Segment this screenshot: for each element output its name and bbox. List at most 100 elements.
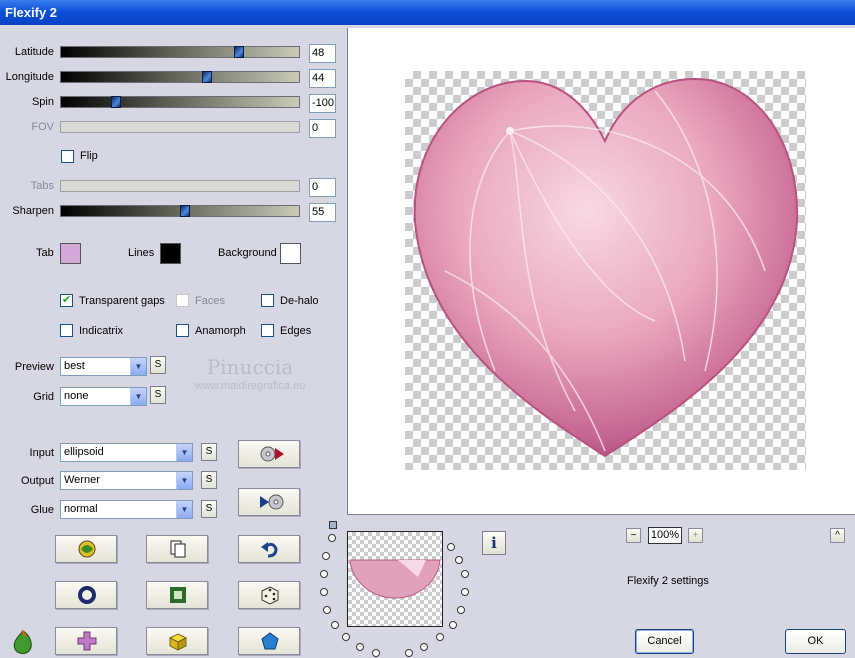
longitude-slider[interactable] <box>60 71 300 83</box>
zoom-level: 100% <box>648 527 682 544</box>
tabs-slider[interactable] <box>60 180 300 192</box>
de-halo-checkbox[interactable] <box>261 294 274 307</box>
sharpen-slider-thumb[interactable] <box>180 205 190 217</box>
background-color-swatch[interactable] <box>280 243 301 264</box>
cube-icon <box>168 633 188 651</box>
anamorph-checkbox[interactable] <box>176 324 189 337</box>
flip-label: Flip <box>80 150 98 162</box>
zoom-out-button[interactable]: − <box>626 528 641 543</box>
transparent-gaps-checkbox[interactable]: ✔ <box>60 294 73 307</box>
spin-label: Spin <box>31 96 54 108</box>
navigator-ring-dot <box>342 633 350 641</box>
navigator-handle[interactable] <box>329 521 337 529</box>
square-frame-button[interactable] <box>146 581 208 609</box>
info-button[interactable]: i <box>482 531 506 555</box>
chevron-down-icon: ▼ <box>176 472 192 489</box>
navigator-ring-dot <box>322 552 330 560</box>
play-to-cd-icon <box>260 494 284 510</box>
chevron-down-icon: ▼ <box>130 358 146 375</box>
spin-slider-thumb[interactable] <box>111 96 121 108</box>
navigator-ring-dot <box>447 543 455 551</box>
window-title: Flexify 2 <box>5 5 58 20</box>
transparent-gaps-label: Transparent gaps <box>79 295 165 307</box>
flaming-pear-logo-icon <box>10 627 36 658</box>
input-s-button[interactable]: S <box>201 443 217 461</box>
edges-label: Edges <box>280 325 312 337</box>
undo-arrow-icon <box>261 542 278 558</box>
chevron-down-icon: ▼ <box>176 444 192 461</box>
input-to-output-button[interactable] <box>238 440 300 468</box>
thumbnail-image <box>349 559 441 599</box>
sharpen-input[interactable]: 55 <box>309 203 336 222</box>
indicatrix-label: Indicatrix <box>79 325 124 337</box>
output-select[interactable]: Werner ▼ <box>60 471 193 490</box>
input-select[interactable]: ellipsoid ▼ <box>60 443 193 462</box>
ok-button[interactable]: OK <box>785 629 846 654</box>
de-halo-label: De-halo <box>280 295 319 307</box>
preview-select[interactable]: best ▼ <box>60 357 147 376</box>
latitude-input[interactable]: 48 <box>309 44 336 63</box>
input-label: Input <box>29 447 54 459</box>
title-bar: Flexify 2 <box>0 0 855 25</box>
randomize-button[interactable] <box>55 535 117 563</box>
settings-label: Flexify 2 settings <box>627 575 709 587</box>
lines-color-swatch[interactable] <box>160 243 181 264</box>
tab-color-label: Tab <box>36 247 54 259</box>
lines-color-label: Lines <box>128 247 155 259</box>
watermark-url: www.maidiregrafica.eu <box>194 380 306 392</box>
glue-s-button[interactable]: S <box>201 500 217 518</box>
longitude-label: Longitude <box>5 71 54 83</box>
spin-slider[interactable] <box>60 96 300 108</box>
output-to-input-button[interactable] <box>238 488 300 516</box>
cross-shape-icon <box>77 631 97 651</box>
copy-button[interactable] <box>146 535 208 563</box>
latitude-slider-thumb[interactable] <box>234 46 244 58</box>
ring-button[interactable] <box>55 581 117 609</box>
navigator-ring-dot <box>320 570 328 578</box>
chevron-down-icon: ▼ <box>176 501 192 518</box>
cancel-button[interactable]: Cancel <box>635 629 694 654</box>
grid-s-button[interactable]: S <box>150 386 166 404</box>
grid-select-value: none <box>64 390 89 402</box>
faces-label: Faces <box>195 295 225 307</box>
input-select-value: ellipsoid <box>64 446 104 458</box>
pentagon-button[interactable] <box>238 627 300 655</box>
latitude-slider[interactable] <box>60 46 300 58</box>
indicatrix-checkbox[interactable] <box>60 324 73 337</box>
output-select-value: Werner <box>64 474 100 486</box>
zoom-in-button[interactable]: + <box>688 528 703 543</box>
navigator-ring-dot <box>320 588 328 596</box>
ring-icon <box>78 586 96 604</box>
fov-input[interactable]: 0 <box>309 119 336 138</box>
output-s-button[interactable]: S <box>201 471 217 489</box>
fov-slider[interactable] <box>60 121 300 133</box>
sharpen-slider[interactable] <box>60 205 300 217</box>
square-frame-icon <box>170 587 186 603</box>
anamorph-label: Anamorph <box>195 325 246 337</box>
grid-label: Grid <box>33 391 54 403</box>
random-dice-button[interactable] <box>238 581 300 609</box>
faces-checkbox[interactable] <box>176 294 189 307</box>
glue-select-value: normal <box>64 503 98 515</box>
cross-button[interactable] <box>55 627 117 655</box>
latitude-label: Latitude <box>14 46 54 58</box>
cube-button[interactable] <box>146 627 208 655</box>
navigator-ring-dot <box>449 621 457 629</box>
preview-s-button[interactable]: S <box>150 356 166 374</box>
tab-color-swatch[interactable] <box>60 243 81 264</box>
flip-checkbox[interactable] <box>61 150 74 163</box>
longitude-input[interactable]: 44 <box>309 69 336 88</box>
undo-button[interactable] <box>238 535 300 563</box>
navigator-ring-dot <box>405 649 413 657</box>
edges-checkbox[interactable] <box>261 324 274 337</box>
preview-pane[interactable] <box>347 28 855 515</box>
tabs-input[interactable]: 0 <box>309 178 336 197</box>
spin-input[interactable]: -100 <box>309 94 336 113</box>
collapse-button[interactable]: ^ <box>830 528 845 543</box>
grid-select[interactable]: none ▼ <box>60 387 147 406</box>
cd-to-play-icon <box>260 446 284 462</box>
thumbnail-navigator[interactable] <box>347 531 443 627</box>
navigator-ring-dot <box>461 588 469 596</box>
longitude-slider-thumb[interactable] <box>202 71 212 83</box>
glue-select[interactable]: normal ▼ <box>60 500 193 519</box>
